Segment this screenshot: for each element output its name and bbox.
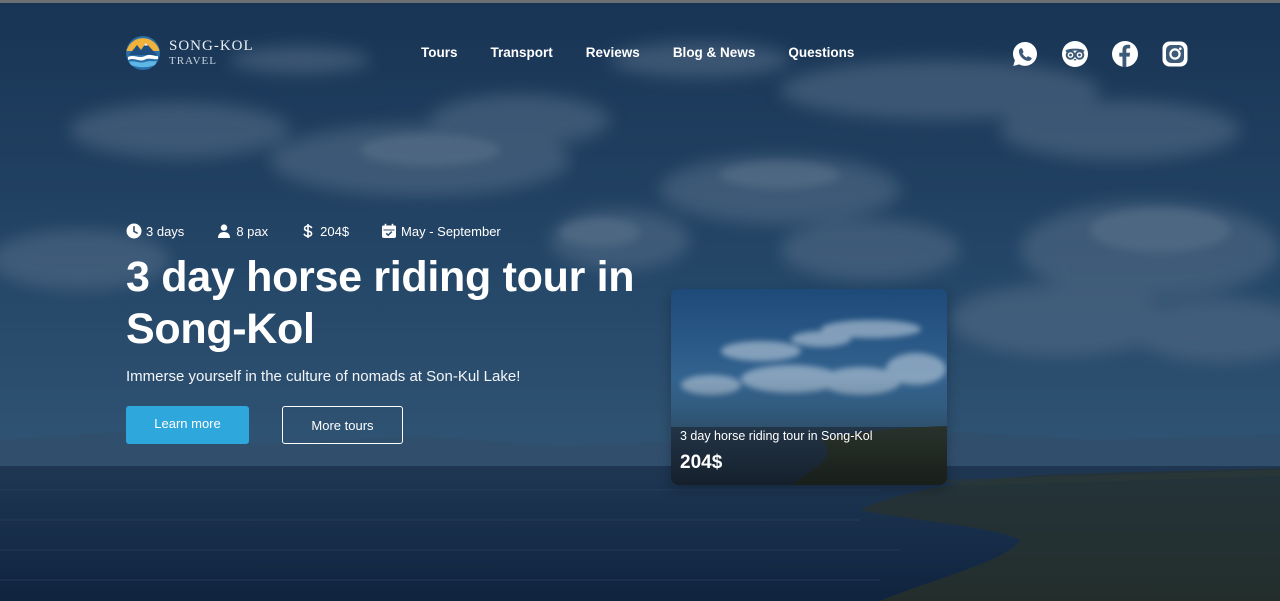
logo-mountain-icon: [126, 36, 160, 70]
hero-section: 3 days 8 pax 204$ May - September 3 day …: [126, 221, 686, 444]
nav-link-reviews[interactable]: Reviews: [586, 45, 640, 60]
hero-subtitle: Immerse yourself in the culture of nomad…: [126, 368, 521, 385]
nav-link-blog-news[interactable]: Blog & News: [673, 45, 756, 60]
clock-icon: [126, 223, 142, 239]
social-links: [1011, 40, 1189, 68]
hero-actions: Learn more More tours: [126, 406, 686, 444]
meta-duration-text: 3 days: [146, 223, 185, 239]
nav-link-tours[interactable]: Tours: [421, 45, 458, 60]
main-nav: Tours Transport Reviews Blog & News Ques…: [421, 45, 854, 60]
tour-card-price: 204$: [680, 452, 723, 473]
tour-card[interactable]: 3 day horse riding tour in Song-Kol 204$: [671, 289, 947, 485]
meta-price-text: 204$: [320, 223, 350, 239]
more-tours-button[interactable]: More tours: [282, 406, 403, 444]
browser-top-line: [0, 0, 1280, 3]
site-header: SONG-KOL TRAVEL Tours Transport Reviews …: [0, 0, 1280, 108]
meta-group: 8 pax: [216, 223, 268, 239]
calendar-icon: [381, 223, 397, 239]
brand-logo[interactable]: SONG-KOL TRAVEL: [125, 35, 254, 71]
nav-link-transport[interactable]: Transport: [491, 45, 553, 60]
meta-duration: 3 days: [126, 223, 184, 239]
instagram-icon[interactable]: [1161, 40, 1189, 68]
nav-link-questions[interactable]: Questions: [788, 45, 854, 60]
brand-subtitle: TRAVEL: [169, 55, 217, 67]
meta-season-text: May - September: [401, 223, 501, 239]
tripadvisor-icon[interactable]: [1061, 40, 1089, 68]
tour-card-title: 3 day horse riding tour in Song-Kol: [680, 429, 873, 443]
facebook-icon[interactable]: [1111, 40, 1139, 68]
meta-season: May - September: [381, 223, 501, 239]
hero-title: 3 day horse riding tour in Song-Kol: [126, 253, 635, 353]
whatsapp-icon[interactable]: [1011, 40, 1039, 68]
dollar-icon: [300, 223, 316, 239]
tour-meta: 3 days 8 pax 204$ May - September: [126, 221, 686, 241]
brand-name: SONG-KOL: [169, 38, 254, 54]
learn-more-button[interactable]: Learn more: [126, 406, 249, 444]
meta-price: 204$: [300, 223, 349, 239]
meta-group-text: 8 pax: [236, 223, 269, 239]
person-icon: [216, 223, 232, 239]
